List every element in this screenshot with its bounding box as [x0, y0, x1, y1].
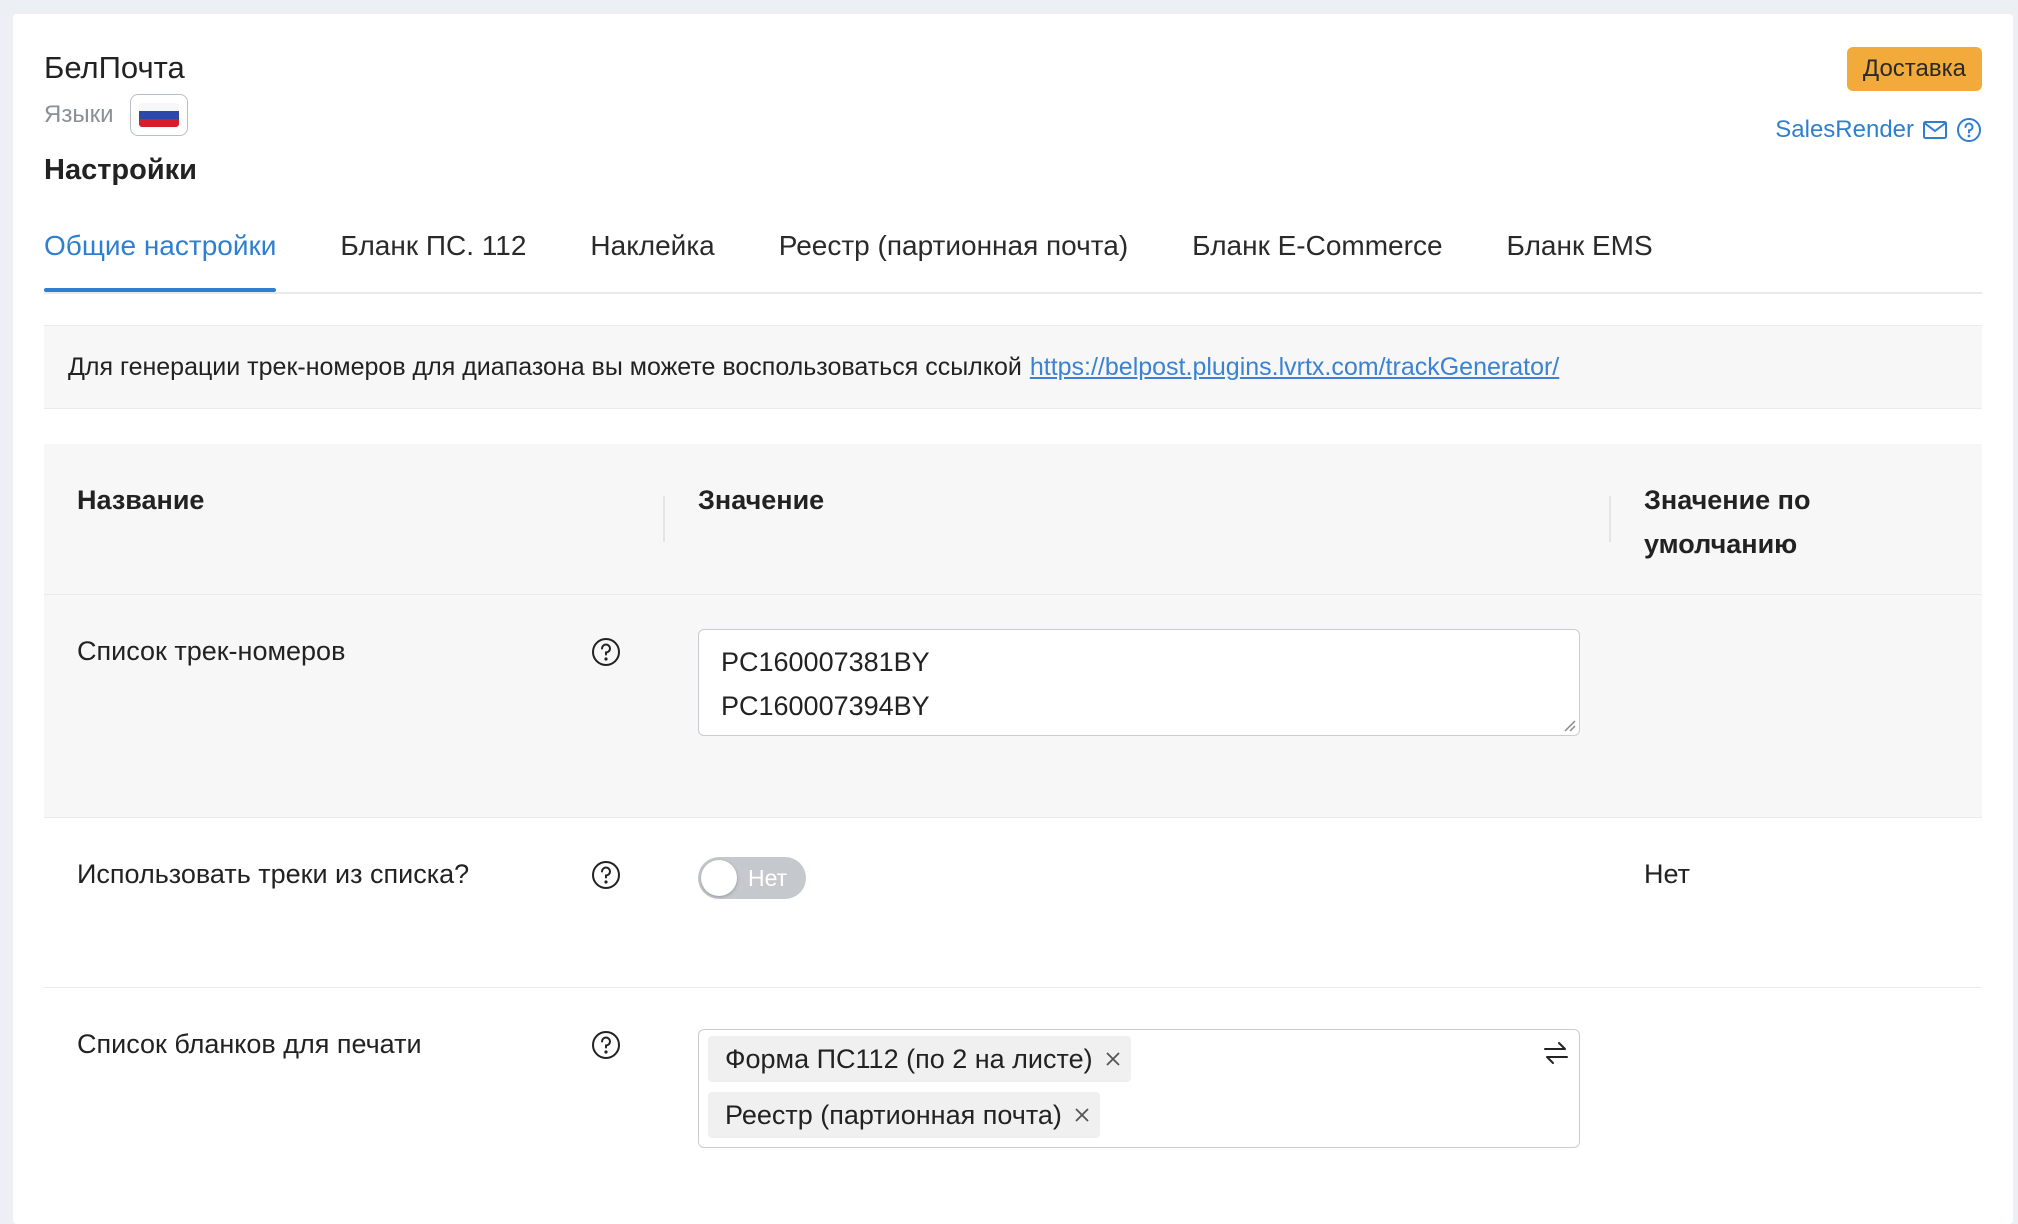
settings-tabs: Общие настройки Бланк ПС. 112 Наклейка Р…: [44, 214, 1982, 294]
column-divider: [663, 496, 665, 542]
mail-icon[interactable]: [1922, 119, 1948, 141]
table-header: Название Значение Значение по умолчанию: [44, 444, 1982, 595]
settings-table: Название Значение Значение по умолчанию …: [44, 444, 1982, 1224]
toggle-knob: [701, 860, 737, 896]
close-icon[interactable]: [1103, 1049, 1123, 1069]
salesrender-link[interactable]: SalesRender: [1775, 116, 1914, 144]
row-label: Использовать треки из списка?: [77, 859, 470, 889]
track-numbers-textarea[interactable]: PC160007381BY PC160007394BY: [698, 629, 1580, 736]
chip-label: Реестр (партионная почта): [725, 1099, 1062, 1130]
info-text: Для генерации трек-номеров для диапазона…: [68, 352, 1022, 381]
selected-chip: Реестр (партионная почта): [708, 1092, 1100, 1138]
help-icon[interactable]: [591, 860, 621, 890]
help-icon[interactable]: [1956, 117, 1982, 143]
salesrender-links: SalesRender: [1775, 116, 1982, 144]
help-icon[interactable]: [591, 1030, 621, 1060]
print-forms-multiselect[interactable]: Форма ПС112 (по 2 на листе) Реестр (парт…: [698, 1029, 1580, 1148]
column-header-name: Название: [77, 485, 205, 515]
textarea-line: PC160007381BY: [721, 647, 930, 677]
page-title: Настройки: [44, 154, 198, 186]
column-divider: [1609, 496, 1611, 542]
tab-blank-ecommerce[interactable]: Бланк E-Commerce: [1192, 214, 1442, 290]
language-flag-button[interactable]: [129, 94, 188, 136]
help-icon[interactable]: [591, 637, 621, 667]
textarea-line: PC160007394BY: [721, 691, 930, 721]
row-label: Список бланков для печати: [77, 1029, 422, 1059]
table-row: Использовать треки из списка? Нет Нет: [44, 818, 1982, 988]
table-row: Список трек-номеров PC160007381BY PC1600…: [44, 595, 1982, 818]
tab-sticker[interactable]: Наклейка: [590, 214, 714, 290]
tab-blank-ps112[interactable]: Бланк ПС. 112: [340, 214, 526, 290]
table-row: Список бланков для печати Форма ПС112 (п…: [44, 988, 1982, 1224]
settings-content: БелПочта Языки Настройки Доставка SalesR…: [44, 14, 1982, 1224]
use-tracks-toggle[interactable]: Нет: [698, 857, 806, 899]
selected-chip: Форма ПС112 (по 2 на листе): [708, 1036, 1131, 1082]
tab-blank-ems[interactable]: Бланк EMS: [1507, 214, 1653, 290]
app-title: БелПочта: [44, 50, 185, 85]
toggle-text: Нет: [748, 865, 788, 891]
row-default-value: Нет: [1644, 859, 1690, 889]
russian-flag-icon: [138, 103, 179, 127]
languages-row: Языки: [44, 94, 188, 136]
column-header-default: Значение по умолчанию: [1644, 485, 1811, 559]
settings-card: БелПочта Языки Настройки Доставка SalesR…: [13, 14, 2013, 1224]
info-banner: Для генерации трек-номеров для диапазона…: [44, 325, 1982, 409]
chip-label: Форма ПС112 (по 2 на листе): [725, 1043, 1093, 1074]
close-icon[interactable]: [1072, 1105, 1092, 1125]
resize-handle-icon[interactable]: [1562, 718, 1576, 732]
swap-icon[interactable]: [1543, 1040, 1569, 1066]
row-label: Список трек-номеров: [77, 636, 346, 666]
tab-general-settings[interactable]: Общие настройки: [44, 214, 277, 292]
tab-registry[interactable]: Реестр (партионная почта): [779, 214, 1128, 290]
track-generator-link[interactable]: https://belpost.plugins.lvrtx.com/trackG…: [1030, 353, 1559, 382]
languages-label: Языки: [44, 101, 114, 128]
delivery-badge: Доставка: [1846, 47, 1982, 92]
column-header-value: Значение: [698, 485, 825, 515]
